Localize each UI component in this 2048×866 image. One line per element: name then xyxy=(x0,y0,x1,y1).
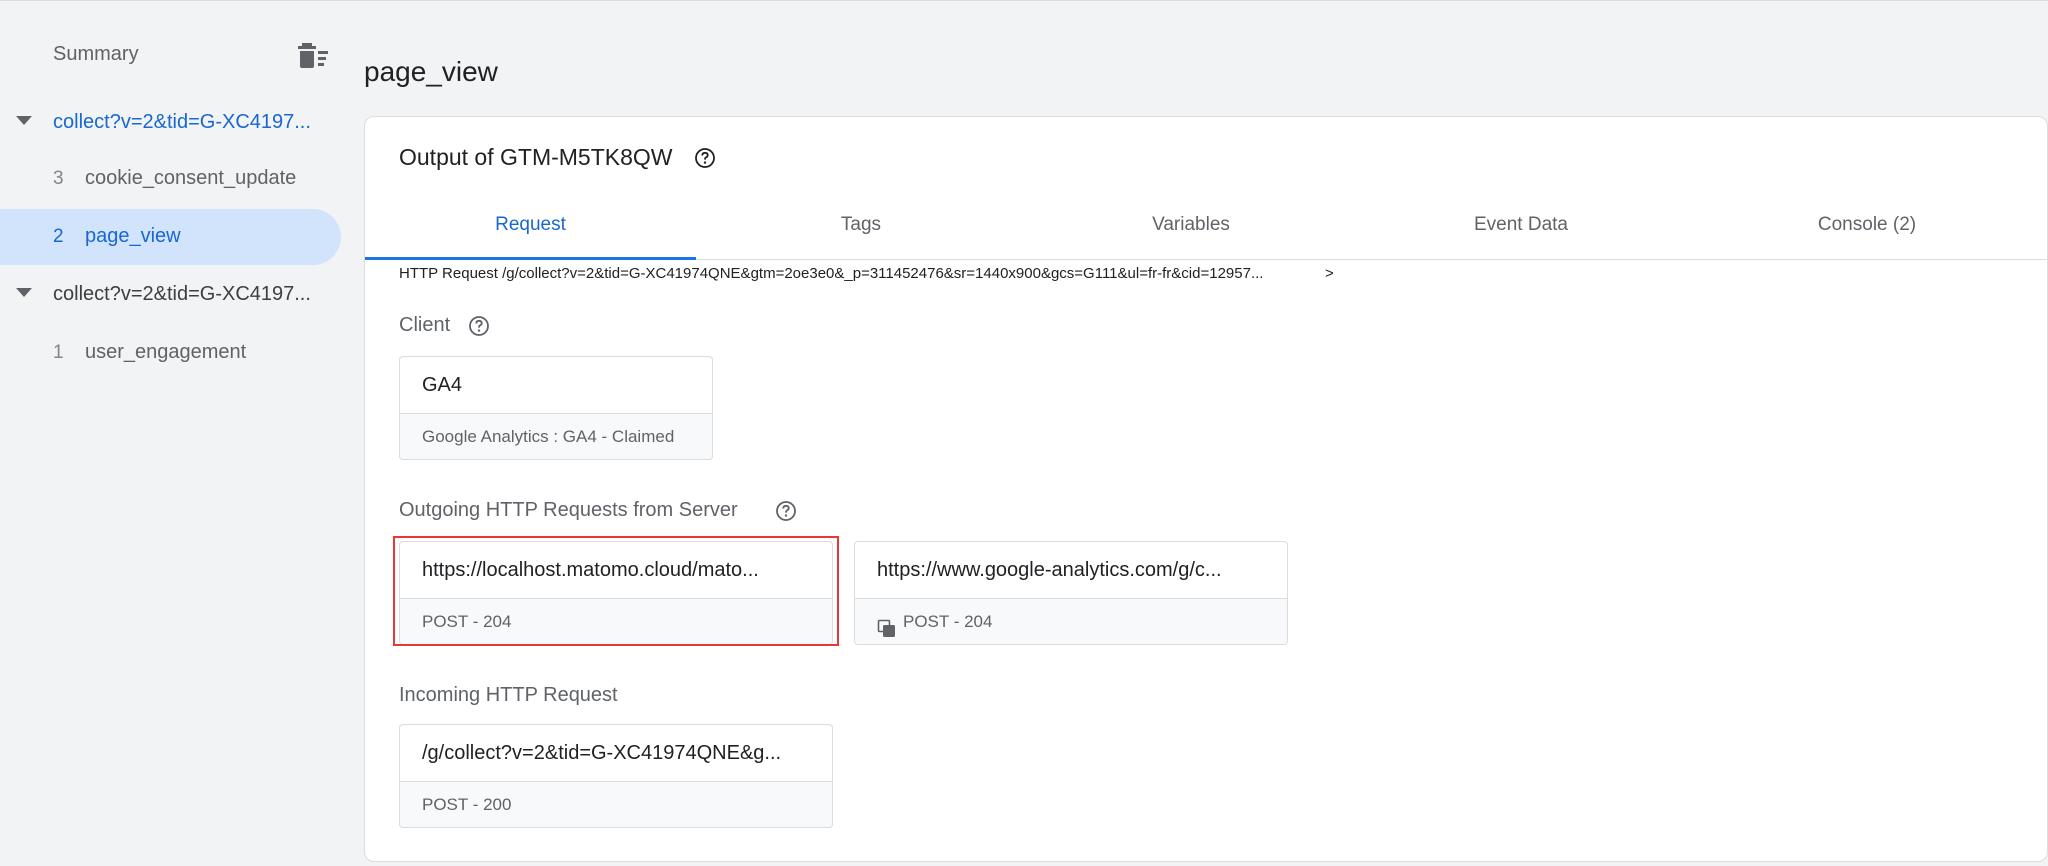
event-number: 1 xyxy=(53,342,64,363)
event-label: user_engagement xyxy=(85,341,247,363)
client-label: Client xyxy=(399,314,451,336)
http-request-line[interactable]: HTTP Request /g/collect?v=2&tid=G-XC4197… xyxy=(399,265,1299,282)
summary-label: Summary xyxy=(53,43,139,65)
event-number: 3 xyxy=(53,168,64,189)
tab-request[interactable]: Request xyxy=(365,197,696,260)
output-card: Output of GTM-M5TK8QW Request Tags Varia… xyxy=(364,116,2048,862)
card-title: Output of GTM-M5TK8QW xyxy=(399,144,673,170)
sidebar-group-label: collect?v=2&tid=G-XC4197... xyxy=(53,111,311,133)
sidebar: Summary collect?v=2&tid=G-XC4197... 3 co… xyxy=(0,0,344,866)
summary-row[interactable]: Summary xyxy=(0,30,344,78)
outgoing-request-url: https://www.google-analytics.com/g/c... xyxy=(855,542,1287,599)
tab-bar: Request Tags Variables Event Data Consol… xyxy=(365,197,2048,260)
event-label: page_view xyxy=(85,225,181,247)
client-status: Google Analytics : GA4 - Claimed xyxy=(400,414,712,459)
sidebar-group-container-2[interactable]: collect?v=2&tid=G-XC4197... xyxy=(0,267,344,323)
outgoing-request-status-row: POST - 204 xyxy=(855,599,1287,644)
help-icon[interactable] xyxy=(775,500,797,522)
sidebar-event-user-engagement[interactable]: 1 user_engagement xyxy=(0,325,341,381)
event-label: cookie_consent_update xyxy=(85,167,297,189)
clear-all-icon[interactable] xyxy=(296,40,330,70)
outgoing-request-url: https://localhost.matomo.cloud/mato... xyxy=(400,542,832,599)
help-icon[interactable] xyxy=(468,315,490,337)
client-box[interactable]: GA4 Google Analytics : GA4 - Claimed xyxy=(399,356,713,460)
help-icon[interactable] xyxy=(694,147,716,169)
event-number: 2 xyxy=(53,226,64,247)
caret-down-icon[interactable] xyxy=(16,288,32,297)
sidebar-event-cookie-consent-update[interactable]: 3 cookie_consent_update xyxy=(0,151,341,207)
outgoing-request-status: POST - 204 xyxy=(400,599,832,644)
incoming-request-status: POST - 200 xyxy=(400,782,832,827)
tab-tags[interactable]: Tags xyxy=(696,197,1026,259)
tab-event-data[interactable]: Event Data xyxy=(1356,197,1686,259)
outgoing-request-status: POST - 204 xyxy=(903,612,993,631)
incoming-request-url: /g/collect?v=2&tid=G-XC41974QNE&g... xyxy=(400,725,832,782)
incoming-request-box[interactable]: /g/collect?v=2&tid=G-XC41974QNE&g... POS… xyxy=(399,724,833,828)
page-title: page_view xyxy=(364,56,498,87)
outgoing-request-box[interactable]: https://www.google-analytics.com/g/c... … xyxy=(854,541,1288,645)
tab-console[interactable]: Console (2) xyxy=(1686,197,2048,259)
sidebar-event-page-view[interactable]: 2 page_view xyxy=(0,209,341,265)
incoming-label: Incoming HTTP Request xyxy=(399,684,618,706)
caret-down-icon[interactable] xyxy=(16,116,32,125)
outgoing-label: Outgoing HTTP Requests from Server xyxy=(399,499,738,521)
tab-variables[interactable]: Variables xyxy=(1026,197,1356,259)
client-name: GA4 xyxy=(400,357,712,414)
sidebar-group-label: collect?v=2&tid=G-XC4197... xyxy=(53,283,311,305)
outgoing-request-box[interactable]: https://localhost.matomo.cloud/mato... P… xyxy=(399,541,833,645)
sidebar-group-container-1[interactable]: collect?v=2&tid=G-XC4197... xyxy=(0,95,344,151)
copy-icon[interactable] xyxy=(877,611,897,638)
chevron-right-icon[interactable]: > xyxy=(1325,265,1334,282)
